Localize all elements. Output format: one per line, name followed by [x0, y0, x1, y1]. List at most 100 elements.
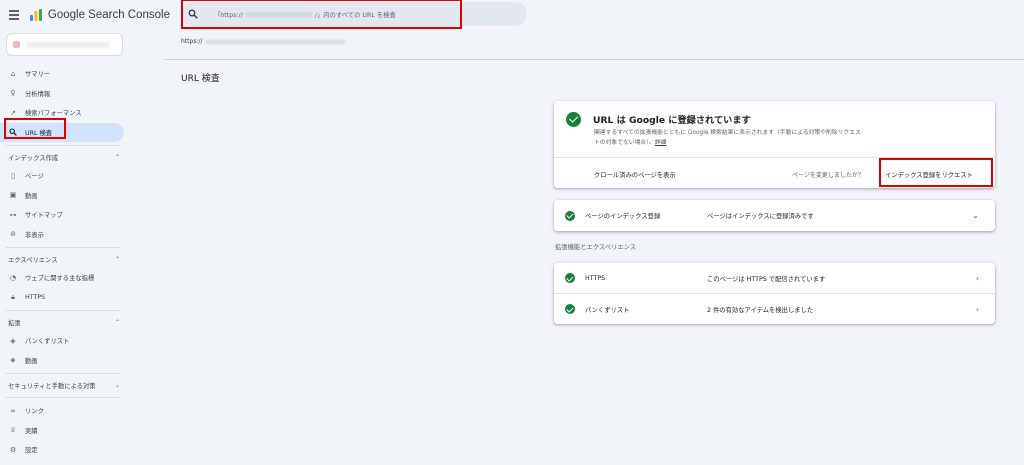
sidebar-item-https[interactable]: 🔒︎ HTTPS — [0, 288, 128, 308]
index-status-card: URL は Google に登録されています 関連するすべての拡張機能とともに … — [554, 101, 995, 188]
sidebar-item-enhancement-videos[interactable]: ◈ 動画 — [0, 351, 128, 371]
link-icon: ∞ — [10, 406, 16, 415]
status-description: 関連するすべての拡張機能とともに Google 検索結果に表示されます（手動によ… — [594, 128, 864, 148]
enhancements-heading: 拡張機能とエクスペリエンス — [555, 244, 637, 251]
sidebar-item-videos[interactable]: ▣ 動画 — [0, 186, 128, 206]
row-label: ページのインデックス登録 — [585, 213, 661, 220]
sidebar-item-label: サイトマップ — [25, 212, 63, 220]
sidebar-item-label: 検索パフォーマンス — [25, 110, 82, 118]
status-title: URL は Google に登録されています — [593, 115, 751, 126]
sidebar-divider — [6, 397, 120, 398]
search-input[interactable]: 「https:// /」内のすべての URL を検査 — [214, 10, 396, 19]
sidebar-section-title: セキュリティと手動による対策 — [8, 383, 96, 390]
check-circle-icon — [565, 304, 575, 314]
sidebar-divider — [6, 310, 120, 311]
layers-icon: ◈ — [10, 356, 16, 365]
home-icon: ⌂ — [10, 69, 16, 78]
sidebar: Google Search Console ⌂ サマリー ♀ 分析情報 ↗ 検索… — [0, 0, 170, 465]
chevron-down-icon: ⌄ — [114, 382, 120, 389]
sidebar-item-label: 設定 — [25, 447, 38, 455]
row-value: このページは HTTPS で配信されています — [707, 275, 826, 283]
learn-more-link[interactable]: 詳細 — [655, 140, 667, 146]
chevron-right-icon[interactable]: › — [976, 305, 979, 314]
sidebar-section-title: 拡張 — [8, 320, 21, 327]
insights-icon: ♀ — [10, 89, 16, 98]
status-divider — [554, 157, 995, 158]
check-circle-icon — [565, 210, 575, 221]
sidebar-item-label: リンク — [25, 408, 44, 416]
inspected-url-redacted — [204, 39, 345, 44]
sidebar-item-summary[interactable]: ⌂ サマリー — [0, 64, 128, 84]
row-value: ページはインデックスに登録済みです — [707, 213, 814, 220]
lock-icon: 🔒︎ — [11, 293, 15, 302]
layers-icon: ◈ — [10, 336, 16, 345]
chevron-down-icon[interactable]: ⌄ — [972, 211, 979, 220]
sidebar-item-label: サマリー — [25, 71, 51, 79]
search-icon — [9, 128, 17, 137]
sidebar-item-breadcrumbs[interactable]: ◈ パンくずリスト — [0, 331, 128, 351]
chevron-up-icon: ⌃ — [114, 256, 120, 263]
enhancements-card: HTTPS このページは HTTPS で配信されています › パンくずリスト 2… — [554, 263, 995, 324]
search-placeholder-suffix: /」内のすべての URL を検査 — [314, 11, 396, 19]
search-placeholder-prefix: 「https:// — [214, 11, 243, 19]
status-header: URL は Google に登録されています — [566, 112, 751, 127]
search-icon — [188, 9, 198, 19]
chevron-up-icon: ⌃ — [114, 154, 120, 161]
property-name-redacted — [26, 41, 110, 48]
menu-icon[interactable] — [9, 10, 19, 20]
sidebar-nav: ⌂ サマリー ♀ 分析情報 ↗ 検索パフォーマンス URL 検査 インデックス作… — [0, 64, 128, 460]
breadcrumbs-row[interactable]: パンくずリスト 2 件の有効なアイテムを検出しました › — [554, 294, 995, 324]
sidebar-section-security[interactable]: セキュリティと手動による対策 ⌄ — [0, 377, 128, 394]
sidebar-item-sitemaps[interactable]: ⊶ サイトマップ — [0, 205, 128, 225]
sidebar-item-label: 実績 — [25, 427, 38, 435]
sidebar-item-core-web-vitals[interactable]: ◔ ウェブに関する主な指標 — [0, 268, 128, 288]
check-circle-icon — [566, 112, 581, 127]
page-changed-question: ページを変更しましたか？ — [792, 172, 864, 179]
header-divider — [165, 59, 1024, 60]
check-circle-icon — [565, 273, 575, 283]
sidebar-item-settings[interactable]: ⚙ 設定 — [0, 440, 128, 460]
sidebar-divider — [6, 145, 120, 146]
page-title: URL 検査 — [181, 74, 220, 84]
sitemap-icon: ⊶ — [9, 210, 17, 219]
app-brand: Google Search Console — [47, 9, 170, 21]
row-label: HTTPS — [585, 274, 606, 282]
https-row[interactable]: HTTPS このページは HTTPS で配信されています › — [554, 263, 995, 293]
url-inspection-search[interactable]: 「https:// /」内のすべての URL を検査 — [181, 2, 527, 26]
request-indexing-button[interactable]: インデックス登録をリクエスト — [885, 170, 973, 179]
trophy-icon: ♕ — [9, 426, 17, 435]
sidebar-section-experience[interactable]: エクスペリエンス ⌃ — [0, 251, 128, 268]
sidebar-divider — [6, 247, 120, 248]
sidebar-item-achievements[interactable]: ♕ 実績 — [0, 421, 128, 441]
settings-icon: ⚙ — [9, 445, 17, 454]
chevron-up-icon: ⌃ — [114, 319, 120, 326]
video-icon: ▣ — [9, 191, 17, 200]
sidebar-item-removals[interactable]: ⊘ 非表示 — [0, 225, 128, 245]
domain-redacted — [244, 12, 313, 17]
sidebar-item-links[interactable]: ∞ リンク — [0, 401, 128, 421]
sidebar-item-performance[interactable]: ↗ 検索パフォーマンス — [0, 103, 128, 123]
page-indexing-row[interactable]: ページのインデックス登録 ページはインデックスに登録済みです ⌄ — [554, 200, 995, 231]
view-crawled-page-button[interactable]: クロール済みのページを表示 — [594, 170, 676, 179]
property-selector[interactable] — [6, 33, 123, 56]
sidebar-item-label: パンくずリスト — [25, 338, 70, 346]
sidebar-item-insights[interactable]: ♀ 分析情報 — [0, 84, 128, 104]
app-header: Google Search Console — [0, 0, 170, 30]
sidebar-item-url-inspection[interactable]: URL 検査 — [0, 122, 124, 142]
sidebar-section-title: エクスペリエンス — [8, 257, 58, 264]
hidden-icon: ⊘ — [10, 230, 16, 239]
search-console-logo — [29, 8, 43, 22]
row-label: パンくずリスト — [585, 306, 630, 314]
sidebar-item-pages[interactable]: ▯ ページ — [0, 166, 128, 186]
sidebar-item-label: 分析情報 — [25, 90, 51, 98]
sidebar-section-indexing[interactable]: インデックス作成 ⌃ — [0, 149, 128, 166]
chevron-right-icon[interactable]: › — [976, 274, 979, 283]
sidebar-section-title: インデックス作成 — [8, 155, 59, 162]
pages-icon: ▯ — [11, 171, 15, 180]
inspected-url-prefix: https:// — [181, 38, 203, 45]
sidebar-item-label: URL 検査 — [25, 129, 53, 137]
sidebar-item-label: ウェブに関する主な指標 — [25, 275, 95, 283]
sidebar-item-label: ページ — [25, 173, 44, 181]
trending-icon: ↗ — [10, 108, 16, 117]
sidebar-section-enhancements[interactable]: 拡張 ⌃ — [0, 314, 128, 331]
